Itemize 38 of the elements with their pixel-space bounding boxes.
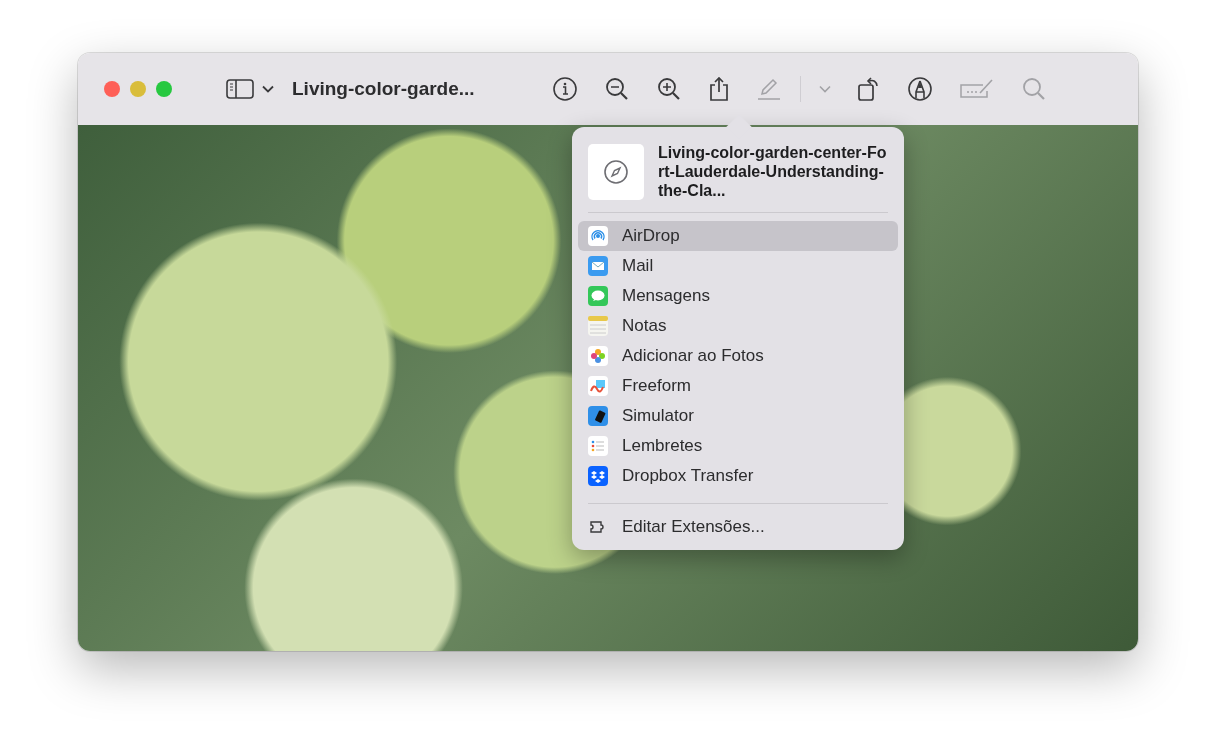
- zoom-in-icon: [656, 76, 682, 102]
- share-menu-item[interactable]: Freeform: [578, 371, 898, 401]
- signature-icon: [959, 77, 995, 101]
- pencil-icon: [756, 77, 782, 101]
- share-menu-item[interactable]: Notas: [578, 311, 898, 341]
- share-menu-item[interactable]: Lembretes: [578, 431, 898, 461]
- share-menu-item[interactable]: AirDrop: [578, 221, 898, 251]
- edit-extensions-item[interactable]: Editar Extensões...: [578, 512, 898, 542]
- compass-icon: [603, 158, 629, 185]
- envelope-icon: [588, 256, 608, 276]
- share-menu-item[interactable]: Adicionar ao Fotos: [578, 341, 898, 371]
- share-menu-item[interactable]: Dropbox Transfer: [578, 461, 898, 491]
- share-menu-item[interactable]: Simulator: [578, 401, 898, 431]
- flower-icon: [588, 346, 608, 366]
- chevron-down-icon: [819, 85, 831, 93]
- rotate-icon: [857, 76, 881, 102]
- window-title: Living-color-garde...: [292, 78, 476, 100]
- list-icon: [588, 436, 608, 456]
- sidebar-icon: [226, 79, 254, 99]
- share-button[interactable]: [708, 74, 730, 104]
- search-icon: [1021, 76, 1047, 102]
- speech-bubble-icon: [588, 286, 608, 306]
- pen-tip-icon: [907, 76, 933, 102]
- simulator-icon: [588, 406, 608, 426]
- chevron-down-icon: [262, 85, 274, 93]
- info-icon: [552, 76, 578, 102]
- share-menu-item[interactable]: Mensagens: [578, 281, 898, 311]
- share-icon: [708, 76, 730, 102]
- file-name: Living-color-garden-center-Fort-Lauderdale-Understanding-the-Cla...: [658, 143, 888, 200]
- rotate-button[interactable]: [857, 74, 881, 104]
- notepad-icon: [588, 316, 608, 336]
- share-menu-item[interactable]: Mail: [578, 251, 898, 281]
- box-icon: [588, 466, 608, 486]
- info-button[interactable]: [552, 74, 578, 104]
- drawing-board-icon: [588, 376, 608, 396]
- airdrop-icon: [588, 226, 608, 246]
- pen-button[interactable]: [907, 74, 933, 104]
- zoom-out-icon: [604, 76, 630, 102]
